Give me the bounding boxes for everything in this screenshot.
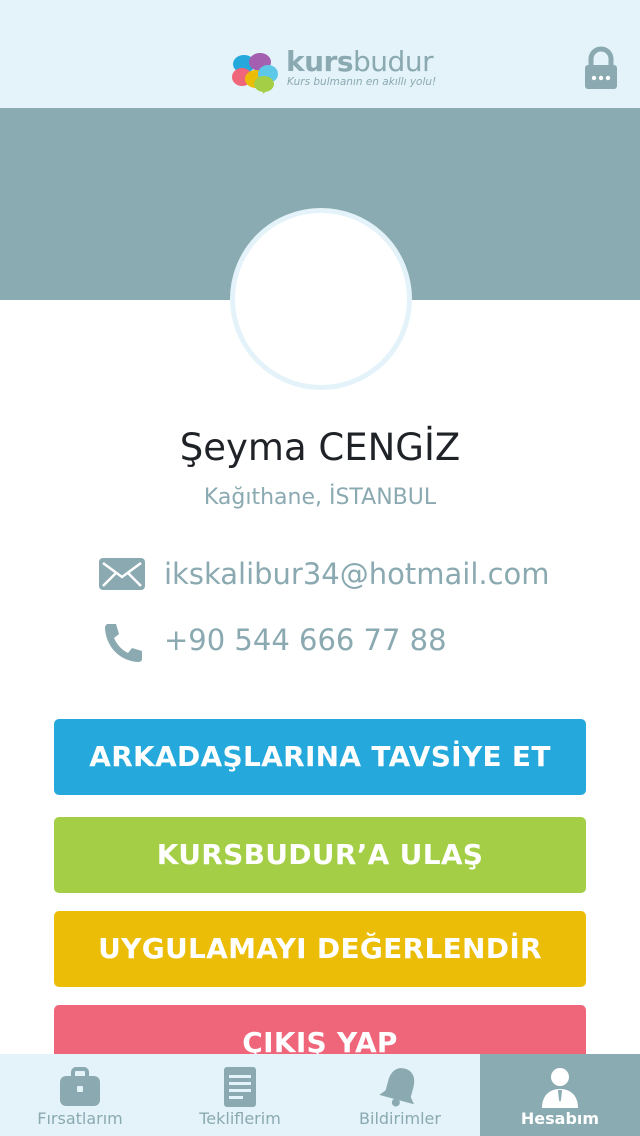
- briefcase-icon: [60, 1067, 100, 1106]
- document-icon: [224, 1067, 256, 1107]
- tab-label: Bildirimler: [359, 1109, 441, 1128]
- phone-text[interactable]: +90 544 666 77 88: [164, 620, 447, 660]
- tab-firsatlarim[interactable]: Fırsatlarım: [0, 1054, 160, 1136]
- profile-name: Şeyma CENGİZ: [179, 426, 461, 469]
- tab-bildirimler[interactable]: Bildirimler: [320, 1054, 480, 1136]
- contact-kursbudur-button[interactable]: KURSBUDUR’A ULAŞ: [54, 817, 586, 893]
- tab-label: Fırsatlarım: [37, 1109, 123, 1128]
- phone-row: +90 544 666 77 88: [98, 618, 568, 662]
- tab-label: Hesabım: [520, 1109, 600, 1128]
- kursbudur-logo[interactable]: kursbudur Kurs bulmanın en akıllı yolu!: [230, 45, 436, 96]
- tab-tekliflerim[interactable]: Tekliflerim: [160, 1054, 320, 1136]
- recommend-friends-button[interactable]: ARKADAŞLARINA TAVSİYE ET: [54, 719, 586, 795]
- bell-icon: [379, 1068, 415, 1107]
- lock-icon[interactable]: [582, 46, 620, 90]
- email-text[interactable]: ikskalibur34@hotmail.com: [164, 554, 550, 594]
- tab-hesabim[interactable]: Hesabım: [480, 1054, 640, 1136]
- email-row: ikskalibur34@hotmail.com: [98, 552, 568, 596]
- user-icon: [542, 1068, 578, 1108]
- brand-name: kursbudur: [286, 45, 434, 78]
- rate-app-button[interactable]: UYGULAMAYI DEĞERLENDİR: [54, 911, 586, 987]
- profile-location: Kağıthane, İSTANBUL: [203, 485, 437, 510]
- top-bar: kursbudur Kurs bulmanın en akıllı yolu!: [0, 0, 640, 108]
- envelope-icon: [99, 558, 145, 590]
- avatar[interactable]: [230, 208, 412, 390]
- tab-label: Tekliflerim: [199, 1109, 281, 1128]
- bottom-tab-bar: Fırsatlarım Tekliflerim Bildirimler Hesa…: [0, 1054, 640, 1136]
- logo-mark-icon: [232, 53, 278, 94]
- brand-tagline: Kurs bulmanın en akıllı yolu!: [287, 76, 437, 88]
- phone-icon: [105, 624, 142, 662]
